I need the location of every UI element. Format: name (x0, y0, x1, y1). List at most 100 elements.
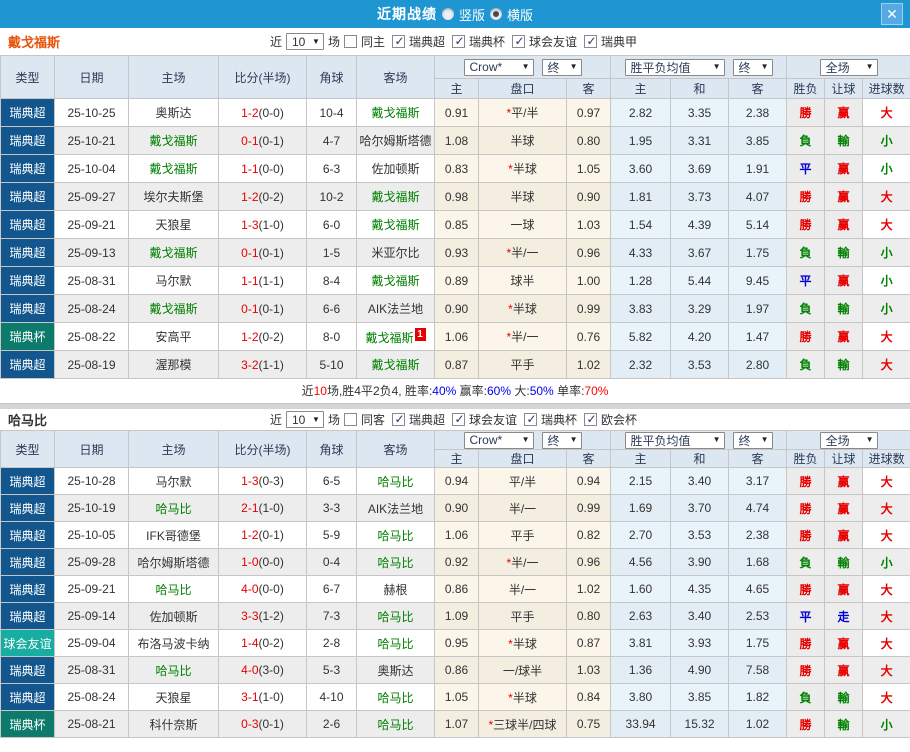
dropdown-arrow-icon: ▼ (865, 435, 874, 444)
match-count-select[interactable]: 10 ▼ (285, 411, 324, 428)
home-team-name: 哈尔姆斯塔德 (137, 555, 210, 570)
header-group-row: 类型 日期 主场 比分(半场) 角球 客场 Crow* ▼ 终 ▼ 胜平负均值 ▼ 终 ▼ 全场 ▼ (0, 430, 910, 468)
scope-select[interactable]: 全场 ▼ (819, 431, 878, 449)
cell-date: 25-08-22 (54, 322, 129, 351)
dropdown-arrow-icon: ▼ (521, 435, 530, 444)
handicap-value: 半球 (512, 162, 537, 176)
cell-home-team: 戴戈福斯 (128, 238, 219, 267)
same-venue-checkbox[interactable] (343, 35, 357, 48)
cell-league-type: 瑞典超 (0, 182, 55, 211)
match-row: 瑞典超 25-08-31 哈马比 4-0(3-0) 5-3 奥斯达 0.86 一/球半 1.03… (0, 656, 910, 684)
home-team-name: 哈马比 (155, 501, 192, 516)
odds-time-select[interactable]: 终 ▼ (541, 58, 582, 76)
cell-result-handicap: 輸 (824, 683, 864, 711)
cell-handicap: *半/一 (478, 238, 567, 267)
league-checkbox[interactable]: ✓ (524, 412, 538, 426)
cell-corners: 4-10 (306, 683, 357, 711)
match-row: 瑞典杯 25-08-22 安高平 1-2(0-2) 8-0 戴戈福斯 1 1.06 *半/一 0.… (0, 322, 910, 351)
avg-time-select[interactable]: 终 ▼ (732, 58, 773, 76)
cell-league-type: 瑞典超 (0, 98, 55, 127)
cell-handicap: 半/一 (478, 575, 567, 603)
cell-league-type: 瑞典超 (0, 602, 55, 630)
horizontal-layout-radio[interactable] (490, 8, 502, 20)
avg-type-select[interactable]: 胜平负均值 ▼ (624, 58, 725, 76)
cell-result-wdl: 負 (786, 350, 826, 379)
handicap-value: 半/一 (511, 330, 539, 344)
cell-league-type: 球会友谊 (0, 629, 55, 657)
column-header-date: 日期 (54, 55, 129, 99)
cell-avg-draw: 4.20 (670, 322, 730, 351)
odds-source-select[interactable]: Crow* ▼ (463, 58, 534, 76)
cell-corners: 10-2 (306, 182, 357, 211)
cell-result-wdl: 勝 (786, 494, 826, 522)
away-team-name: 哈马比 (377, 528, 414, 543)
avg-type-select[interactable]: 胜平负均值 ▼ (624, 431, 725, 449)
league-checkbox[interactable]: ✓ (452, 34, 465, 48)
filter-controls: 近 10 ▼ 场同客 ✓ 瑞典超 ✓ 球会友谊 ✓ 瑞典杯 ✓ 欧会杯 (270, 411, 640, 428)
cell-avg-draw: 4.39 (670, 210, 730, 239)
checkmark-icon: ✓ (394, 34, 405, 48)
cell-league-type: 瑞典超 (0, 683, 55, 711)
cell-corners: 8-4 (306, 266, 357, 295)
cell-odds-home: 1.09 (434, 602, 479, 630)
cell-handicap: 一/球半 (478, 656, 567, 684)
league-checkbox[interactable]: ✓ (512, 34, 526, 48)
half-time-score: (0-2) (258, 636, 284, 650)
avg-time-select[interactable]: 终 ▼ (732, 431, 773, 449)
column-header-home: 主场 (128, 55, 219, 99)
odds-time-select-value: 终 (547, 433, 560, 448)
league-checkbox[interactable]: ✓ (584, 412, 598, 426)
scope-select[interactable]: 全场 ▼ (819, 58, 878, 76)
horizontal-layout-label[interactable]: 横版 (507, 5, 533, 24)
match-count-select[interactable]: 10 ▼ (285, 33, 324, 50)
cell-away-team: 哈马比 (356, 467, 435, 495)
away-team-name: 米亚尔比 (371, 246, 420, 260)
cell-odds-home: 0.90 (434, 294, 479, 323)
filter-prefix-label: 近 (269, 35, 282, 49)
league-checkbox[interactable]: ✓ (584, 34, 598, 48)
cell-avg-away: 1.91 (728, 154, 788, 183)
column-header-pan: 盘口 (478, 78, 567, 99)
home-team-name: 布洛马波卡纳 (137, 636, 210, 651)
dialog-title: 近期战绩 (376, 6, 437, 22)
home-team-name: 天狼星 (155, 218, 192, 232)
league-checkbox[interactable]: ✓ (391, 412, 405, 426)
close-icon[interactable]: ✕ (881, 3, 903, 25)
cell-score: 1-1(1-1) (218, 266, 307, 295)
cell-handicap: 一球 (478, 210, 567, 239)
cell-result-goals: 大 (862, 629, 910, 657)
half-time-score: (0-0) (258, 582, 284, 596)
league-checkbox[interactable]: ✓ (452, 412, 465, 426)
odds-source-select[interactable]: Crow* ▼ (463, 431, 534, 449)
avg-type-select-value: 胜平负均值 (630, 433, 691, 448)
results-table: 类型 日期 主场 比分(半场) 角球 客场 Crow* ▼ 终 ▼ 胜平负均值 ▼ 终 ▼ 全场 ▼ 主盘口客主… (0, 55, 910, 379)
cell-result-wdl: 勝 (786, 575, 826, 603)
column-header-wdl: 胜负 (786, 449, 826, 468)
cell-result-wdl: 勝 (786, 467, 826, 495)
vertical-layout-radio[interactable] (441, 8, 454, 20)
checkmark-icon: ✓ (586, 34, 597, 48)
cell-home-team: 戴戈福斯 (128, 294, 219, 323)
home-team-name: 科什奈斯 (149, 717, 198, 732)
league-checkbox[interactable]: ✓ (391, 34, 405, 48)
cell-score: 2-1(1-0) (218, 494, 307, 522)
vertical-layout-label[interactable]: 竖版 (459, 5, 485, 24)
same-venue-checkbox[interactable] (343, 413, 357, 426)
half-time-score: (1-1) (258, 357, 284, 372)
match-row: 瑞典超 25-10-04 戴戈福斯 1-1(0-0) 6-3 佐加顿斯 0.83 *半球 1.0… (0, 154, 910, 183)
cell-handicap: *半/一 (478, 548, 567, 576)
cell-league-type: 瑞典超 (0, 350, 55, 379)
column-header-away: 客场 (356, 430, 435, 468)
handicap-value: 半/一 (511, 555, 539, 570)
cell-avg-draw: 5.44 (670, 266, 730, 295)
dropdown-arrow-icon: ▼ (312, 414, 320, 424)
dropdown-arrow-icon: ▼ (521, 62, 530, 71)
cell-corners: 5-9 (306, 521, 357, 549)
half-time-score: (0-1) (258, 245, 284, 260)
full-time-score: 1-2 (241, 329, 259, 344)
cell-result-goals: 大 (862, 98, 910, 127)
odds-time-select[interactable]: 终 ▼ (541, 431, 582, 449)
cell-result-handicap: 赢 (824, 494, 864, 522)
column-header-home: 主场 (128, 430, 219, 468)
cell-result-goals: 大 (862, 350, 910, 379)
